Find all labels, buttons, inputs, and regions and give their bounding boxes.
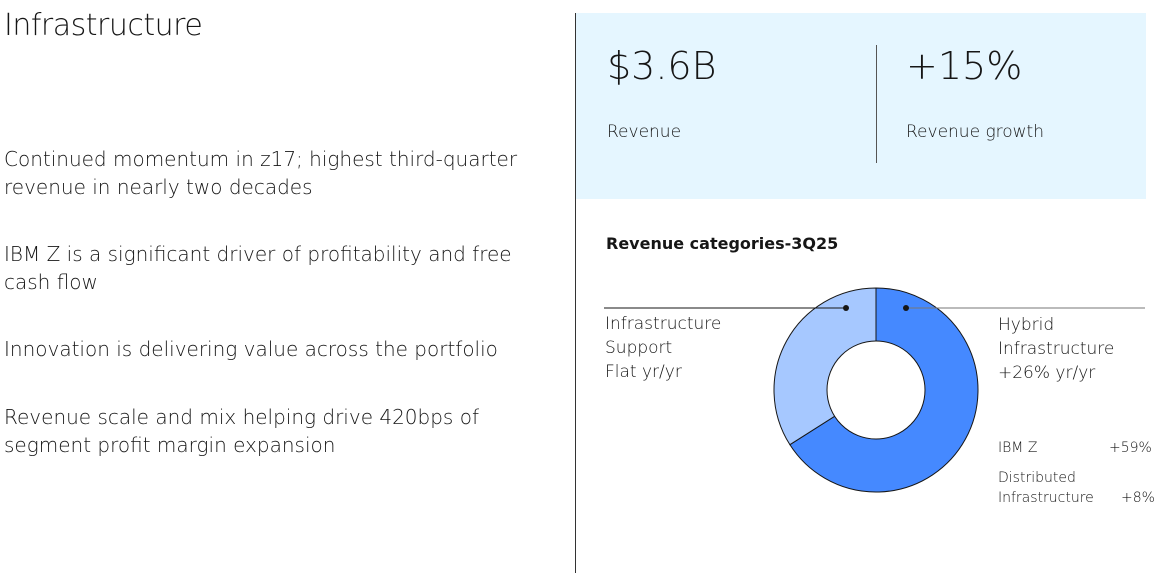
- hybrid-label-line1: Hybrid: [998, 315, 1055, 335]
- distributed-label-line1: Distributed: [998, 470, 1076, 486]
- support-label-line1: Infrastructure: [605, 314, 722, 334]
- distributed-growth: +8%: [1121, 490, 1155, 506]
- hybrid-label: Hybrid Infrastructure +26% yr/yr: [998, 313, 1114, 385]
- distributed-label-line2: Infrastructure: [998, 490, 1094, 506]
- support-leader-dot: [843, 305, 849, 311]
- donut-hole: [826, 340, 926, 440]
- ibmz-label: IBM Z: [998, 440, 1038, 456]
- ibmz-growth: +59%: [1109, 440, 1152, 456]
- donut-chart: [604, 287, 1145, 493]
- hybrid-label-line2: Infrastructure: [998, 339, 1115, 359]
- support-label: Infrastructure Support Flat yr/yr: [605, 312, 721, 384]
- hybrid-growth: +26% yr/yr: [998, 363, 1096, 383]
- support-growth: Flat yr/yr: [605, 362, 682, 382]
- hybrid-leader-dot: [903, 305, 909, 311]
- support-label-line2: Support: [605, 338, 673, 358]
